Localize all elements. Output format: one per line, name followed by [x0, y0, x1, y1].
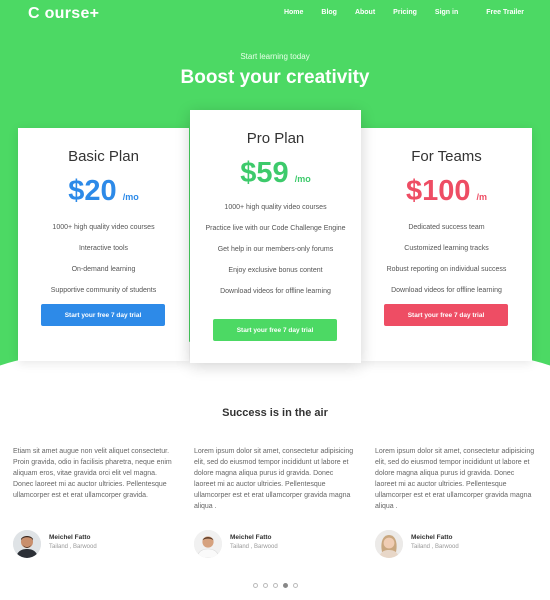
price-period: /mo — [294, 174, 311, 184]
carousel-dot[interactable] — [262, 583, 268, 588]
nav-link-home[interactable]: Home — [284, 9, 303, 16]
plan-price: $59 /mo — [190, 157, 361, 191]
nav-link-free-trailer[interactable]: Free Trailer — [486, 9, 524, 16]
testimonial-author: Meichel Fatto Tailand , Barwood — [375, 530, 535, 560]
feature-item: 1000+ high quality video courses — [224, 204, 327, 211]
testimonial-card: Etiam sit amet augue non velit aliquet c… — [13, 446, 173, 558]
carousel-dots — [0, 583, 550, 588]
hero-subtitle: Start learning today — [240, 52, 310, 61]
author-location: Tailand , Barwood — [230, 544, 278, 550]
feature-item: Download videos for offline learning — [220, 288, 331, 295]
plan-name: Basic Plan — [68, 148, 139, 165]
pricing-card-basic: Basic Plan $20 /mo 1000+ high quality vi… — [18, 128, 189, 361]
feature-item: Customized learning tracks — [404, 245, 489, 252]
feature-item: Get help in our members-only forums — [217, 246, 334, 253]
nav-links: Home Blog About Pricing Sign in Free Tra… — [266, 9, 524, 16]
testimonial-quote: Lorem ipsum dolor sit amet, consectetur … — [194, 448, 354, 510]
avatar — [375, 530, 403, 558]
feature-item: 1000+ high quality video courses — [52, 224, 155, 231]
avatar — [13, 530, 41, 558]
price-amount: $100 — [405, 175, 471, 207]
nav-link-about[interactable]: About — [355, 9, 375, 16]
carousel-dot-active[interactable] — [282, 583, 288, 588]
start-trial-button-pro[interactable]: Start your free 7 day trial — [213, 319, 337, 341]
avatar — [194, 530, 222, 558]
logo[interactable]: C ourse+ — [28, 5, 99, 23]
carousel-dot[interactable] — [292, 583, 298, 588]
author-name: Meichel Fatto — [230, 534, 272, 541]
feature-item: Interactive tools — [78, 245, 129, 252]
feature-item: Supportive community of students — [50, 287, 157, 294]
feature-item: Download videos for offline learning — [391, 287, 502, 294]
feature-list: Dedicated success team Customized learni… — [361, 223, 532, 296]
price-period: /mo — [122, 192, 139, 202]
testimonial-author: Meichel Fatto Tailand , Barwood — [13, 530, 173, 560]
pricing-card-teams: For Teams $100 /m Dedicated success team… — [361, 128, 532, 361]
feature-list: 1000+ high quality video courses Interac… — [18, 223, 189, 296]
carousel-dot[interactable] — [272, 583, 278, 588]
feature-list: 1000+ high quality video courses Practic… — [190, 203, 361, 297]
nav-link-sign-in[interactable]: Sign in — [435, 9, 458, 16]
author-name: Meichel Fatto — [49, 534, 91, 541]
testimonial-quote: Lorem ipsum dolor sit amet, consectetur … — [375, 448, 535, 510]
plan-name: For Teams — [411, 148, 482, 165]
nav-link-blog[interactable]: Blog — [321, 9, 337, 16]
pricing-card-pro: Pro Plan $59 /mo 1000+ high quality vide… — [190, 110, 361, 363]
author-name: Meichel Fatto — [411, 534, 453, 541]
top-nav: C ourse+ Home Blog About Pricing Sign in… — [0, 0, 550, 30]
author-location: Tailand , Barwood — [49, 544, 97, 550]
feature-item: On-demand learning — [71, 266, 136, 273]
author-location: Tailand , Barwood — [411, 544, 459, 550]
plan-price: $100 /m — [361, 175, 532, 209]
feature-item: Dedicated success team — [408, 224, 485, 231]
nav-link-pricing[interactable]: Pricing — [393, 9, 417, 16]
testimonial-quote: Etiam sit amet augue non velit aliquet c… — [13, 448, 172, 499]
testimonial-author: Meichel Fatto Tailand , Barwood — [194, 530, 354, 560]
start-trial-button-basic[interactable]: Start your free 7 day trial — [41, 304, 165, 326]
feature-item: Robust reporting on individual success — [386, 266, 507, 273]
testimonial-card: Lorem ipsum dolor sit amet, consectetur … — [194, 446, 354, 558]
feature-item: Enjoy exclusive bonus content — [228, 267, 323, 274]
hero-title: Boost your creativity — [180, 67, 370, 88]
price-amount: $20 — [68, 175, 117, 207]
price-amount: $59 — [240, 157, 289, 189]
price-period: /m — [476, 192, 488, 202]
testimonials-title: Success is in the air — [222, 407, 328, 419]
carousel-dot[interactable] — [252, 583, 258, 588]
feature-item: Practice live with our Code Challenge En… — [205, 225, 346, 232]
plan-name: Pro Plan — [246, 130, 305, 147]
testimonial-card: Lorem ipsum dolor sit amet, consectetur … — [375, 446, 535, 558]
plan-price: $20 /mo — [18, 175, 189, 209]
start-trial-button-teams[interactable]: Start your free 7 day trial — [384, 304, 508, 326]
